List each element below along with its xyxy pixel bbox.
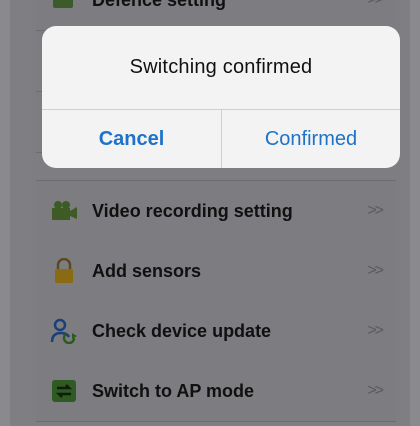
list-item-label: Defence setting <box>92 0 226 11</box>
list-item-video-recording[interactable]: Video recording setting >> <box>36 180 396 242</box>
list-item-label: Switch to AP mode <box>92 380 255 401</box>
left-edge <box>0 0 10 426</box>
lock-icon <box>50 257 78 285</box>
video-camera-icon <box>50 197 78 225</box>
confirm-button[interactable]: Confirmed <box>222 110 400 168</box>
list-item-label: Video recording setting <box>92 200 293 221</box>
list-item-label: Add sensors <box>92 260 202 281</box>
right-edge <box>410 0 420 426</box>
defence-icon <box>50 0 78 14</box>
chevron-right-icon: >> <box>367 202 384 219</box>
list-item-switch-ap[interactable]: Switch to AP mode >> <box>36 361 396 422</box>
list-item-label: Check device update <box>92 320 272 341</box>
confirm-dialog: Switching confirmed Cancel Confirmed <box>42 26 400 168</box>
list-item-check-update[interactable]: Check device update >> <box>36 301 396 362</box>
switch-arrows-icon <box>50 377 78 405</box>
chevron-right-icon: >> <box>367 0 384 9</box>
dialog-title: Switching confirmed <box>129 56 313 78</box>
chevron-right-icon: >> <box>367 262 384 279</box>
list-item-add-sensors[interactable]: Add sensors >> <box>36 241 396 302</box>
screen: Defence setting >> Video recording setti… <box>0 0 420 426</box>
chevron-right-icon: >> <box>367 322 384 339</box>
user-update-icon <box>50 317 78 345</box>
cancel-button[interactable]: Cancel <box>42 110 221 168</box>
chevron-right-icon: >> <box>367 382 384 399</box>
